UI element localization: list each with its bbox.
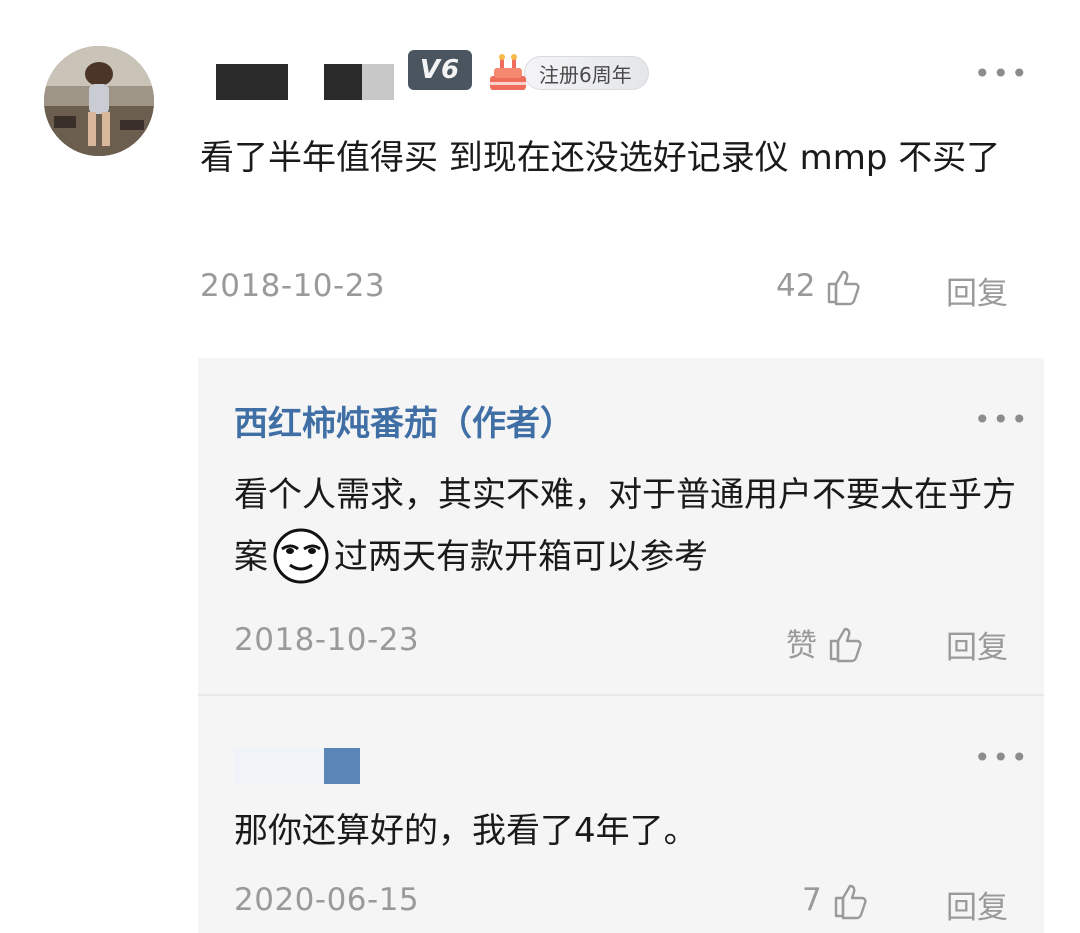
reply-button[interactable]: 回复 [946, 268, 1008, 313]
anniversary-cake-icon [486, 52, 532, 94]
like-count: 42 [776, 268, 816, 304]
reply-text: 那你还算好的，我看了4年了。 [234, 811, 698, 851]
thumbs-up-icon [834, 884, 867, 920]
level-badge: V6 [408, 50, 472, 90]
reply-date: 2018-10-23 [234, 622, 420, 658]
anniversary-badge: 注册6周年 [486, 52, 668, 94]
reply-text-part: 过两天有款开箱可以参考 [334, 537, 708, 577]
divider [198, 694, 1044, 696]
username-redacted[interactable] [216, 64, 288, 100]
more-options-icon[interactable]: ••• [974, 60, 1030, 88]
username-redacted[interactable] [362, 64, 394, 100]
smirk-face-emoji [270, 523, 332, 585]
like-button[interactable]: 赞 [786, 620, 865, 665]
user-avatar[interactable] [44, 46, 154, 156]
username-redacted[interactable] [324, 64, 362, 100]
reply-button[interactable]: 回复 [946, 622, 1008, 667]
anniversary-label: 注册6周年 [524, 56, 649, 90]
like-button[interactable]: 7 [802, 880, 870, 920]
like-button[interactable]: 42 [776, 266, 863, 306]
username-redacted[interactable] [234, 748, 324, 784]
thumbs-up-icon [829, 627, 862, 662]
reply-text: 看个人需求，其实不难，对于普通用户不要太在乎方案 过两天有款开箱可以参考 [234, 464, 1024, 588]
comment-thread: V6 注册6周年 ••• 看了半年值得买 到现在还没选好记录仪 mmp 不买了 … [0, 0, 1080, 933]
comment-text: 看了半年值得买 到现在还没选好记录仪 mmp 不买了 [200, 138, 1001, 178]
reply-button[interactable]: 回复 [946, 882, 1008, 927]
comment-date: 2018-10-23 [200, 268, 386, 304]
more-options-icon[interactable]: ••• [974, 744, 1030, 772]
username-redacted[interactable] [324, 748, 360, 784]
like-count: 赞 [786, 628, 817, 664]
thumbs-up-icon [828, 270, 861, 306]
like-count: 7 [802, 882, 822, 918]
reply-date: 2020-06-15 [234, 882, 420, 918]
reply-author-name[interactable]: 西红柿炖番茄（作者） [234, 396, 574, 445]
more-options-icon[interactable]: ••• [974, 406, 1030, 434]
